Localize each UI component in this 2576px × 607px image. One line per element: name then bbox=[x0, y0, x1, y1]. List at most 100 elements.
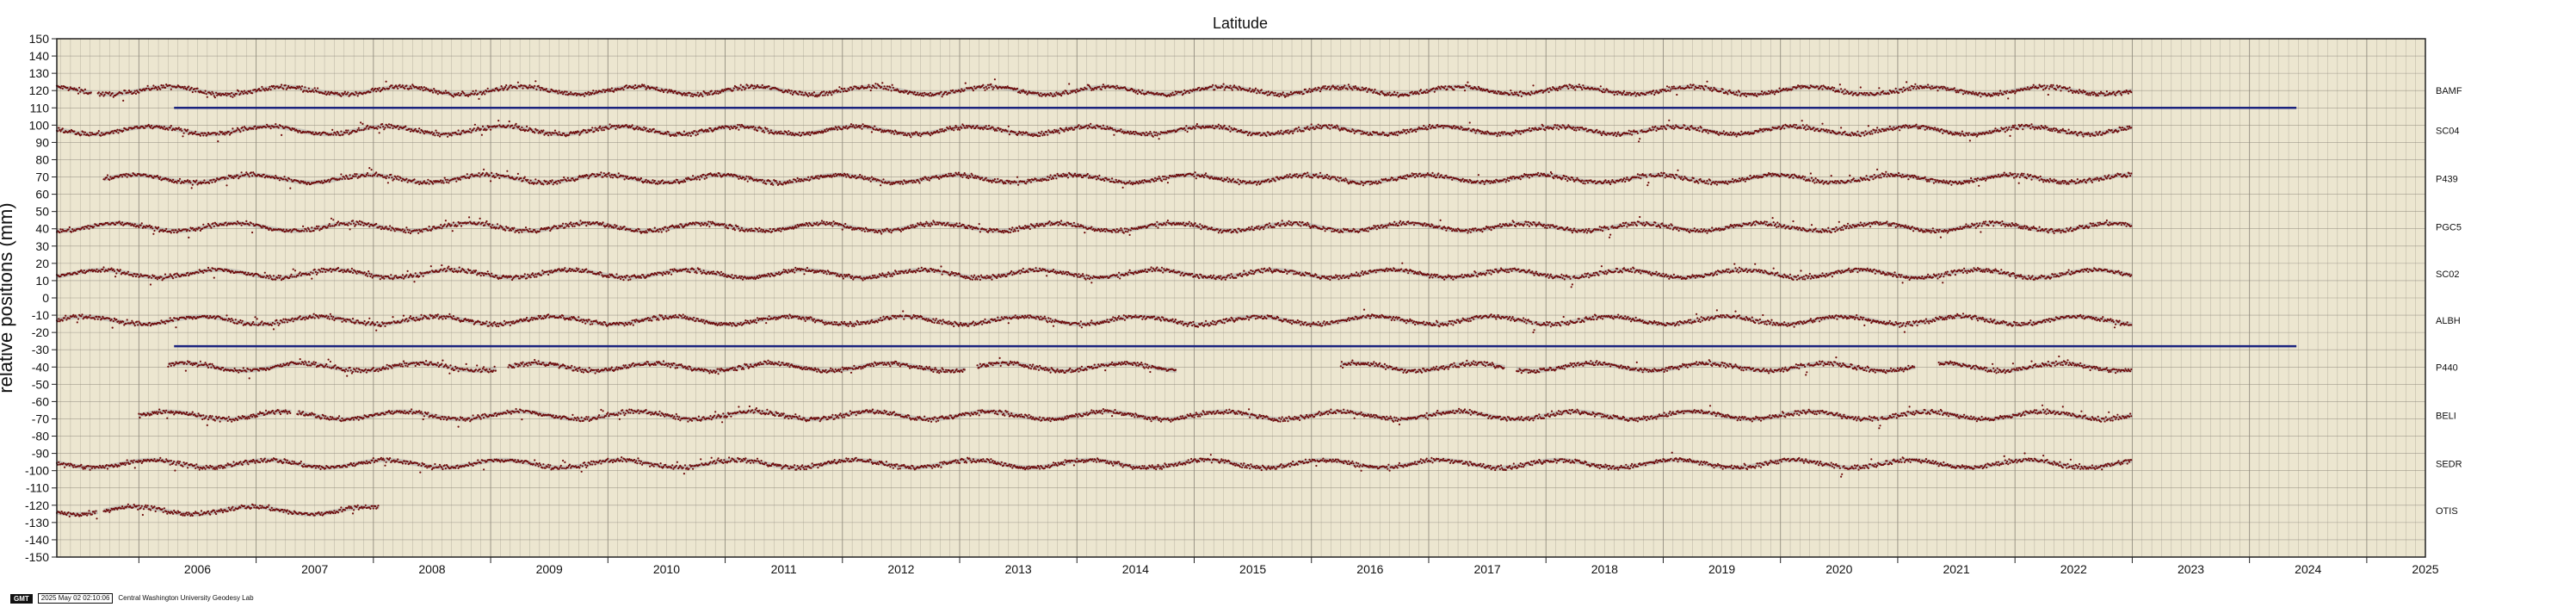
data-point bbox=[1667, 124, 1670, 127]
data-point bbox=[1288, 93, 1291, 96]
data-point bbox=[755, 85, 758, 88]
data-point bbox=[858, 124, 861, 127]
data-point bbox=[893, 133, 896, 135]
data-point bbox=[97, 91, 100, 94]
data-point bbox=[339, 177, 342, 180]
data-point bbox=[2070, 90, 2073, 92]
data-point bbox=[494, 176, 497, 178]
data-point bbox=[502, 89, 504, 91]
data-point bbox=[2002, 93, 2005, 96]
data-point bbox=[752, 125, 755, 128]
data-point bbox=[1801, 124, 1804, 127]
data-point bbox=[1573, 129, 1576, 132]
data-point bbox=[263, 173, 265, 176]
data-point bbox=[1993, 129, 1996, 132]
data-point bbox=[940, 130, 942, 133]
data-point bbox=[447, 135, 449, 138]
data-point bbox=[1312, 126, 1315, 128]
data-point bbox=[83, 88, 86, 90]
data-point bbox=[366, 124, 369, 127]
data-point bbox=[368, 167, 371, 170]
data-point bbox=[1518, 130, 1521, 133]
data-point bbox=[1498, 131, 1500, 133]
data-point bbox=[707, 94, 709, 96]
data-point bbox=[59, 87, 62, 90]
data-point bbox=[1808, 127, 1811, 129]
data-point bbox=[159, 88, 162, 90]
data-point bbox=[1553, 126, 1555, 129]
data-point bbox=[798, 131, 800, 133]
data-point bbox=[1887, 93, 1890, 96]
data-point bbox=[1795, 124, 1797, 127]
data-point bbox=[823, 90, 825, 93]
data-point bbox=[1188, 91, 1190, 94]
data-point bbox=[889, 129, 892, 132]
data-point bbox=[2048, 129, 2052, 132]
data-point bbox=[392, 127, 394, 130]
data-point bbox=[1652, 90, 1655, 92]
data-point bbox=[1953, 133, 1955, 136]
data-point bbox=[2059, 84, 2061, 87]
data-point bbox=[432, 183, 435, 185]
data-point bbox=[1859, 135, 1862, 138]
data-point bbox=[1502, 133, 1504, 135]
data-point bbox=[2127, 92, 2129, 95]
data-point bbox=[319, 182, 322, 184]
data-point bbox=[1328, 85, 1331, 88]
data-point bbox=[499, 88, 502, 90]
data-point bbox=[1286, 131, 1288, 133]
data-point bbox=[1816, 127, 1819, 130]
data-point bbox=[1195, 123, 1198, 126]
data-point bbox=[2126, 125, 2128, 128]
data-point bbox=[976, 124, 979, 127]
data-point bbox=[108, 91, 111, 94]
data-point bbox=[477, 175, 479, 177]
data-point bbox=[2041, 85, 2044, 88]
data-point bbox=[1048, 94, 1051, 96]
data-point bbox=[277, 127, 280, 129]
data-point bbox=[656, 86, 658, 89]
data-point bbox=[248, 176, 250, 178]
data-point bbox=[1200, 127, 1202, 130]
data-point bbox=[1567, 87, 1570, 90]
data-point bbox=[1266, 94, 1269, 96]
data-point bbox=[1365, 87, 1368, 90]
data-point bbox=[848, 89, 850, 91]
data-point bbox=[1054, 95, 1057, 97]
data-point bbox=[1964, 134, 1967, 137]
data-point bbox=[189, 182, 192, 184]
data-point bbox=[1728, 133, 1731, 136]
data-point bbox=[1715, 131, 1718, 133]
data-point bbox=[1071, 127, 1073, 129]
data-point bbox=[224, 133, 226, 136]
data-point bbox=[1942, 132, 1944, 134]
data-point bbox=[659, 90, 662, 92]
data-point bbox=[508, 86, 510, 89]
data-point bbox=[105, 177, 108, 179]
data-point bbox=[404, 87, 406, 90]
data-point bbox=[484, 93, 486, 96]
data-point bbox=[1696, 129, 1699, 132]
data-point bbox=[1064, 128, 1066, 131]
data-point bbox=[1659, 127, 1662, 130]
data-point bbox=[868, 84, 870, 86]
data-point bbox=[1874, 131, 1876, 133]
data-point bbox=[1875, 129, 1878, 132]
data-point bbox=[1864, 130, 1867, 133]
data-point bbox=[855, 124, 857, 127]
chart: 2006 2007 2008 2009 2010 2011 2012 2013 2014 2015… bbox=[0, 15, 2462, 576]
data-point bbox=[341, 177, 343, 181]
data-point bbox=[1996, 92, 1998, 95]
data-point bbox=[163, 126, 165, 128]
data-point bbox=[385, 80, 387, 83]
data-point bbox=[1036, 91, 1039, 94]
data-point bbox=[608, 123, 611, 126]
data-point bbox=[652, 127, 655, 130]
data-point bbox=[1249, 131, 1251, 133]
data-point bbox=[274, 87, 276, 90]
data-point bbox=[1498, 92, 1501, 96]
data-point bbox=[1924, 128, 1926, 131]
data-point bbox=[1683, 124, 1686, 127]
data-point bbox=[1180, 90, 1183, 93]
data-point bbox=[859, 127, 862, 129]
